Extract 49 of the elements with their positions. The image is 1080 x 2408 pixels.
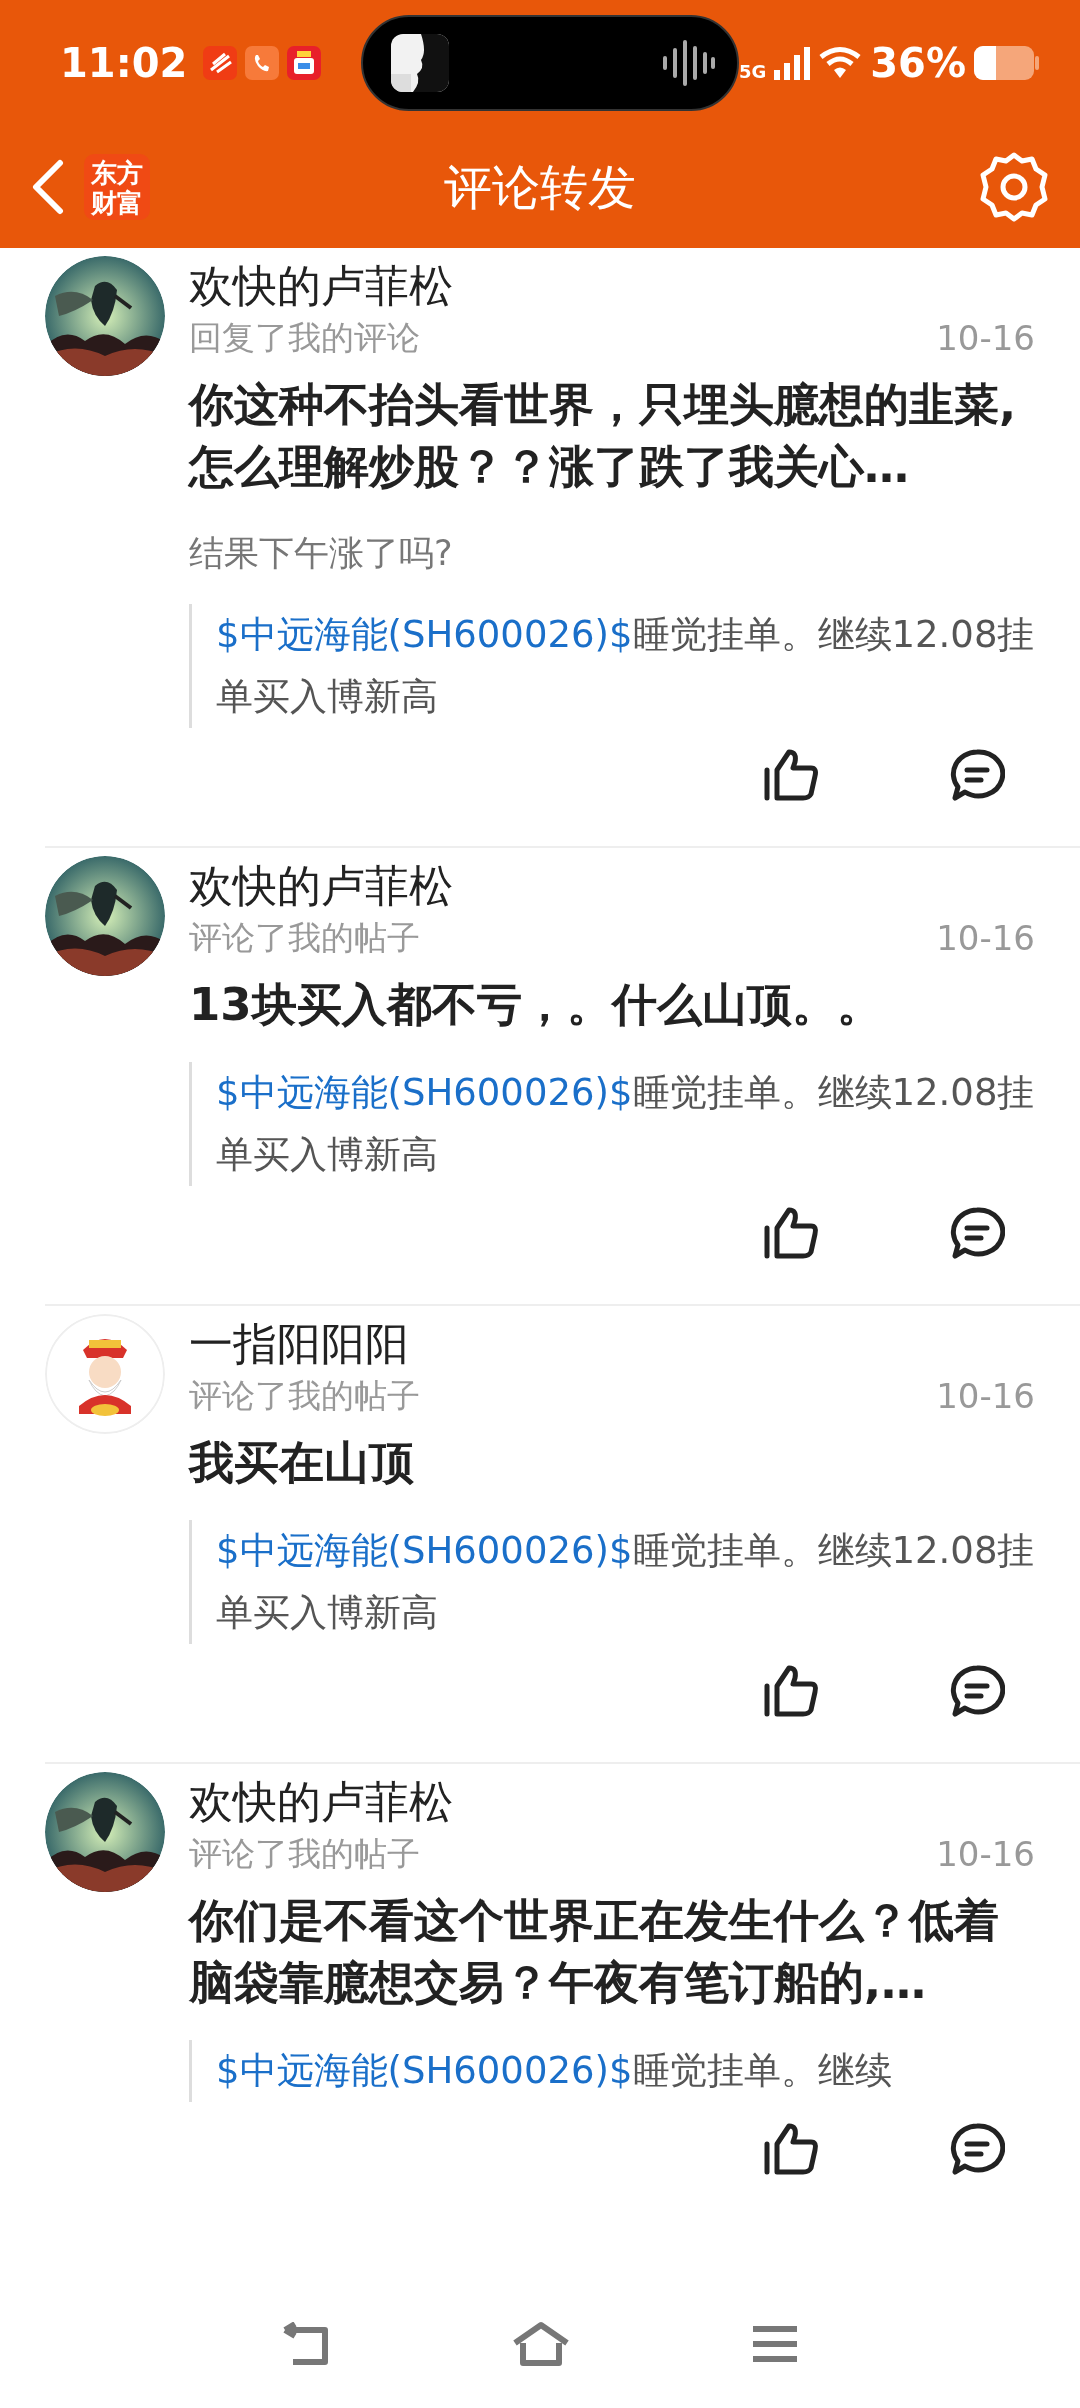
waveform-icon bbox=[660, 37, 717, 88]
comment-button[interactable] bbox=[949, 748, 1005, 802]
action-text: 评论了我的帖子 bbox=[189, 1833, 420, 1875]
date-text: 10-16 bbox=[936, 317, 1035, 360]
signal-icon bbox=[774, 45, 811, 80]
comment-text[interactable]: 你们是不看这个世界正在发生什么？低着脑袋靠臆想交易？午夜有笔订船的,… bbox=[189, 1890, 1035, 2014]
username[interactable]: 欢快的卢菲松 bbox=[189, 856, 1035, 916]
menu-button[interactable] bbox=[751, 2324, 799, 2364]
comment-button[interactable] bbox=[949, 1206, 1005, 1260]
like-button[interactable] bbox=[763, 748, 819, 802]
phone-icon bbox=[245, 45, 280, 80]
comment-text[interactable]: 13块买入都不亏，。什么山顶。。 bbox=[189, 974, 1035, 1036]
quoted-post[interactable]: $中远海能(SH600026)$睡觉挂单。继续12.08挂单买入博新高 bbox=[189, 604, 1035, 728]
action-text: 评论了我的帖子 bbox=[189, 1375, 420, 1417]
settings-button[interactable] bbox=[978, 150, 1050, 223]
quoted-post[interactable]: $中远海能(SH600026)$睡觉挂单。继续12.08挂单买入博新高 bbox=[189, 1062, 1035, 1186]
status-time: 11:02 bbox=[60, 38, 188, 88]
username[interactable]: 欢快的卢菲松 bbox=[189, 1772, 1035, 1832]
quoted-post[interactable]: $中远海能(SH600026)$睡觉挂单。继续 bbox=[189, 2040, 1035, 2102]
username[interactable]: 一指阳阳阳 bbox=[189, 1314, 1035, 1374]
stock-link[interactable]: $中远海能(SH600026)$ bbox=[216, 2049, 633, 2092]
like-button[interactable] bbox=[763, 2122, 819, 2176]
back-button[interactable] bbox=[30, 158, 66, 215]
comment-button[interactable] bbox=[949, 1664, 1005, 1718]
action-text: 评论了我的帖子 bbox=[189, 917, 420, 959]
quoted-post[interactable]: $中远海能(SH600026)$睡觉挂单。继续12.08挂单买入博新高 bbox=[189, 1520, 1035, 1644]
battery-icon bbox=[974, 43, 1040, 82]
battery-percent: 36% bbox=[870, 38, 966, 88]
app-logo: 东方财富 bbox=[84, 153, 150, 220]
comment-button[interactable] bbox=[949, 2122, 1005, 2176]
username[interactable]: 欢快的卢菲松 bbox=[189, 256, 1035, 316]
action-text: 回复了我的评论 bbox=[189, 317, 420, 359]
reply-text: 结果下午涨了吗? bbox=[189, 532, 454, 575]
page-title: 评论转发 bbox=[444, 158, 636, 215]
notification-icon bbox=[287, 45, 322, 80]
date-text: 10-16 bbox=[936, 917, 1035, 960]
stock-link[interactable]: $中远海能(SH600026)$ bbox=[216, 1529, 633, 1572]
network-label: 5G bbox=[738, 62, 767, 81]
back-button[interactable] bbox=[281, 2322, 331, 2366]
stock-link[interactable]: $中远海能(SH600026)$ bbox=[216, 1071, 633, 1114]
date-text: 10-16 bbox=[936, 1833, 1035, 1876]
like-button[interactable] bbox=[763, 1664, 819, 1718]
like-button[interactable] bbox=[763, 1206, 819, 1260]
notification-icon bbox=[203, 45, 238, 80]
stock-link[interactable]: $中远海能(SH600026)$ bbox=[216, 613, 633, 656]
comment-text[interactable]: 你这种不抬头看世界，只埋头臆想的韭菜,怎么理解炒股？？涨了跌了我关心… bbox=[189, 374, 1035, 498]
home-button[interactable] bbox=[511, 2321, 571, 2367]
comment-text[interactable]: 我买在山顶 bbox=[189, 1432, 1035, 1494]
date-text: 10-16 bbox=[936, 1375, 1035, 1418]
